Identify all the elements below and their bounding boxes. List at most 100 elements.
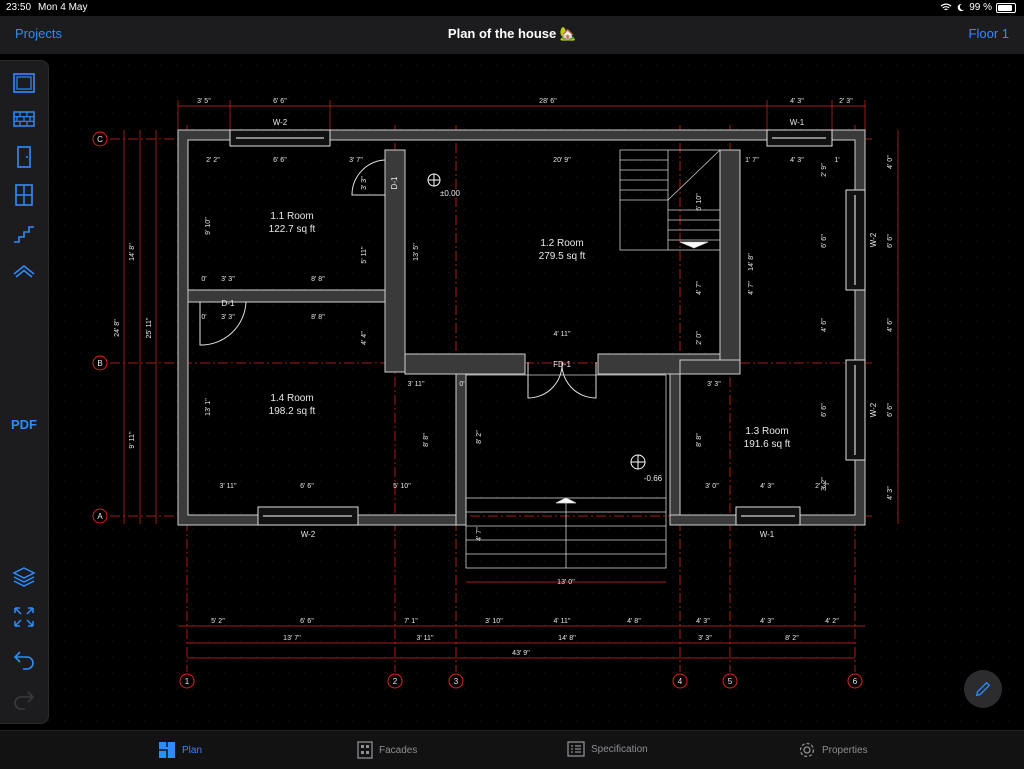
status-time: 23:50 [6,2,32,13]
room-1-1-name[interactable]: 1.1 Room [270,211,313,222]
dimension-text: 8' 8'' [696,433,703,447]
room-icon [13,73,35,93]
dimension-text: 3' 5'' [197,98,211,105]
dimension-text: 13' 1'' [205,398,212,416]
dimension-text: 3' 3'' [707,381,721,388]
window-label: W-2 [301,530,316,539]
dimension-text: 8' 2'' [785,635,799,642]
pdf-export-button[interactable]: PDF [0,417,48,432]
dimension-text: 6' 6'' [300,483,314,490]
dimension-text: 25' 11'' [146,317,153,338]
tab-specification[interactable]: Specification [567,741,648,757]
tools-sidebar: PDF [0,60,49,724]
status-right: 99 % [940,2,1016,13]
dimension-text: 6' 6'' [273,157,287,164]
dimension-text: 8' 8'' [311,314,325,321]
dimension-text: 5' 10'' [393,483,411,490]
dimension-text: 43' 9'' [512,650,530,657]
axis-label-2: 2 [393,677,398,686]
layers-icon [12,567,36,587]
dimension-text: 3' 3'' [221,314,235,321]
plan-canvas[interactable]: C B A 1 2 3 4 5 6 1.1 Room 122.7 sq ft 1… [0,54,1024,730]
dimension-text: 6' 6'' [821,234,828,248]
roof-tool-button[interactable] [10,257,38,285]
dimension-text: 5' 11'' [361,246,368,263]
dimension-text: 3' 3'' [698,635,712,642]
floor-plan-drawing[interactable]: C B A 1 2 3 4 5 6 1.1 Room 122.7 sq ft 1… [0,54,1024,730]
door-tool-button[interactable] [10,143,38,171]
door-icon [17,146,31,168]
dimension-text: 0' [201,276,206,283]
dimension-text: 7' 1'' [404,618,418,625]
dimension-text: 6' 6'' [273,98,287,105]
window-label: W-2 [869,402,878,417]
redo-icon [14,691,35,710]
dimension-text: 4' 11'' [553,331,570,338]
layers-button[interactable] [10,563,38,591]
dimension-text: 4' 3'' [760,618,774,625]
axis-label-6: 6 [853,677,858,686]
dimension-text: 4' 6'' [887,318,894,332]
room-tool-button[interactable] [10,69,38,97]
dimension-text: 4' 4'' [361,331,368,345]
window-tool-button[interactable] [10,181,38,209]
room-1-3-name[interactable]: 1.3 Room [745,426,788,437]
room-1-2-name[interactable]: 1.2 Room [540,238,583,249]
dimension-text: 14' 8'' [748,253,755,271]
pencil-icon [975,681,991,697]
floor-button[interactable]: Floor 1 [969,26,1009,41]
axis-label-c: C [97,135,103,144]
tab-plan[interactable]: Plan [158,741,202,759]
brick-wall-icon [13,111,35,127]
plan-icon [159,742,175,758]
dimension-text: 24' 8'' [114,319,121,337]
dimension-text: 14' 8'' [129,243,136,261]
dimension-text: 4' 3'' [790,157,804,164]
dimension-text: 4' 11'' [553,618,570,625]
dimension-text: 6' 6'' [300,618,314,625]
dimension-text: 3' 11'' [407,381,424,388]
tab-facades[interactable]: Facades [357,741,417,759]
axis-label-3: 3 [454,677,459,686]
dimension-text: 6' 6'' [887,234,894,248]
battery-icon [996,2,1016,13]
dimension-text: 3' 2'' [821,477,828,491]
dimension-text: 4' 7'' [748,281,755,295]
fit-to-screen-button[interactable] [10,603,38,631]
door-label: D-1 [390,176,399,189]
moon-icon [957,3,965,12]
dimension-text: 4' 2'' [825,618,839,625]
dimension-text: 1' [834,157,839,164]
navigation-bar: Projects Plan of the house 🏡 Floor 1 [0,16,1024,54]
dimension-text: 4' 7'' [696,281,703,295]
dimension-text: 28' 6'' [539,98,557,105]
dimension-text: 3' 11'' [219,483,236,490]
tab-label: Facades [379,744,418,756]
wall-tool-button[interactable] [10,105,38,133]
dimension-text: 8' 2'' [476,430,483,444]
level-lower: -0.66 [644,474,663,483]
stairs-tool-button[interactable] [10,219,38,247]
room-1-2-area: 279.5 sq ft [539,251,586,262]
dimension-text: 6' 6'' [821,403,828,417]
room-1-4-name[interactable]: 1.4 Room [270,393,313,404]
dimension-text: 3' 10'' [485,618,503,625]
dimension-text: 9' 10'' [205,217,212,235]
page-title: Plan of the house 🏡 [447,26,577,41]
wifi-icon [940,3,952,11]
dimension-text: 6' 6'' [887,403,894,417]
undo-button[interactable] [10,645,38,673]
dimension-text: 4' 3'' [887,486,894,500]
room-1-1-area: 122.7 sq ft [269,224,316,235]
dimension-text: 2' 9'' [821,163,828,177]
tab-label: Properties [822,744,868,756]
dimension-text: 3' 7'' [349,157,363,164]
window-icon [15,184,33,206]
redo-button[interactable] [10,685,38,713]
facade-icon [357,741,373,759]
edit-button[interactable] [964,670,1002,708]
axis-label-4: 4 [678,677,683,686]
tab-properties[interactable]: Properties [798,741,868,759]
dimension-text: 4' 0'' [887,155,894,169]
dimension-text: 3' 11'' [416,635,433,642]
